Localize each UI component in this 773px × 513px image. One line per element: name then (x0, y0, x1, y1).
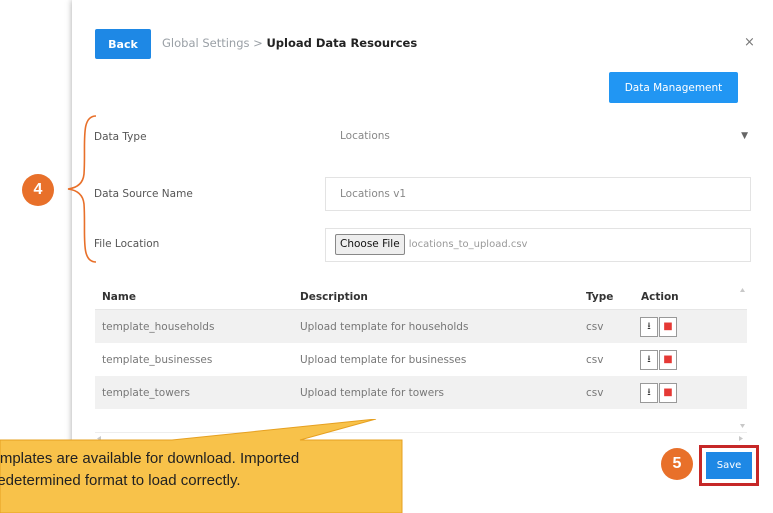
trash-icon[interactable]: ■ (659, 383, 677, 403)
data-management-button[interactable]: Data Management (609, 72, 738, 103)
callout-line: predetermined format to load correctly. (0, 472, 241, 489)
file-location-label: File Location (94, 238, 160, 250)
row-actions: ⭳ ■ (640, 317, 698, 337)
download-icon[interactable]: ⭳ (640, 317, 658, 337)
trash-icon[interactable]: ■ (659, 350, 677, 370)
row-description: Upload template for towers (300, 386, 445, 399)
row-actions: ⭳ ■ (640, 383, 698, 403)
breadcrumb-parent[interactable]: Global Settings (162, 36, 250, 50)
row-name: template_towers (102, 386, 191, 399)
step-badge-4: 4 (22, 174, 54, 206)
row-type: csv (586, 386, 604, 399)
col-name: Name (102, 290, 136, 303)
row-actions: ⭳ ■ (640, 350, 698, 370)
row-description: Upload template for businesses (300, 353, 467, 366)
table-row: template_households Upload template for … (95, 310, 747, 343)
row-type: csv (586, 353, 604, 366)
breadcrumb: Global Settings > Upload Data Resources (162, 36, 417, 50)
callout-text: Templates are available for download. Im… (0, 440, 402, 513)
file-input[interactable]: Choose File locations_to_upload.csv (325, 228, 751, 262)
data-type-label: Data Type (94, 131, 147, 143)
vertical-scrollbar[interactable] (738, 284, 747, 434)
back-button[interactable]: Back (95, 29, 151, 59)
save-highlight: Save (699, 445, 759, 486)
col-description: Description (300, 290, 368, 303)
choose-file-button[interactable]: Choose File (335, 234, 405, 255)
trash-icon[interactable]: ■ (659, 317, 677, 337)
data-source-label: Data Source Name (94, 188, 193, 200)
chevron-down-icon: ▼ (741, 131, 748, 141)
table-row: template_towers Upload template for towe… (95, 376, 747, 409)
callout-line: Templates are available for download. Im… (0, 450, 300, 467)
breadcrumb-current: Upload Data Resources (266, 36, 418, 50)
data-type-value: Locations (340, 130, 390, 142)
data-source-input[interactable]: Locations v1 (325, 177, 751, 211)
table-row: template_businesses Upload template for … (95, 343, 747, 376)
table-header: Name Description Type Action (95, 284, 747, 310)
scroll-arrows-icon (740, 288, 745, 428)
row-type: csv (586, 320, 604, 333)
templates-table: Name Description Type Action template_ho… (95, 284, 747, 409)
row-description: Upload template for households (300, 320, 469, 333)
curly-brace-icon (67, 115, 97, 263)
breadcrumb-separator: > (249, 36, 267, 50)
col-type: Type (586, 290, 614, 303)
download-icon[interactable]: ⭳ (640, 350, 658, 370)
row-name: template_households (102, 320, 215, 333)
screen: Back Global Settings > Upload Data Resou… (0, 0, 773, 513)
col-action: Action (641, 290, 679, 303)
row-name: template_businesses (102, 353, 213, 366)
close-icon[interactable]: × (744, 35, 755, 50)
file-name: locations_to_upload.csv (408, 239, 528, 250)
save-button[interactable]: Save (706, 452, 752, 479)
data-type-select[interactable]: Locations ▼ (325, 119, 751, 153)
step-badge-5: 5 (661, 448, 693, 480)
download-icon[interactable]: ⭳ (640, 383, 658, 403)
data-source-value: Locations v1 (340, 188, 407, 200)
